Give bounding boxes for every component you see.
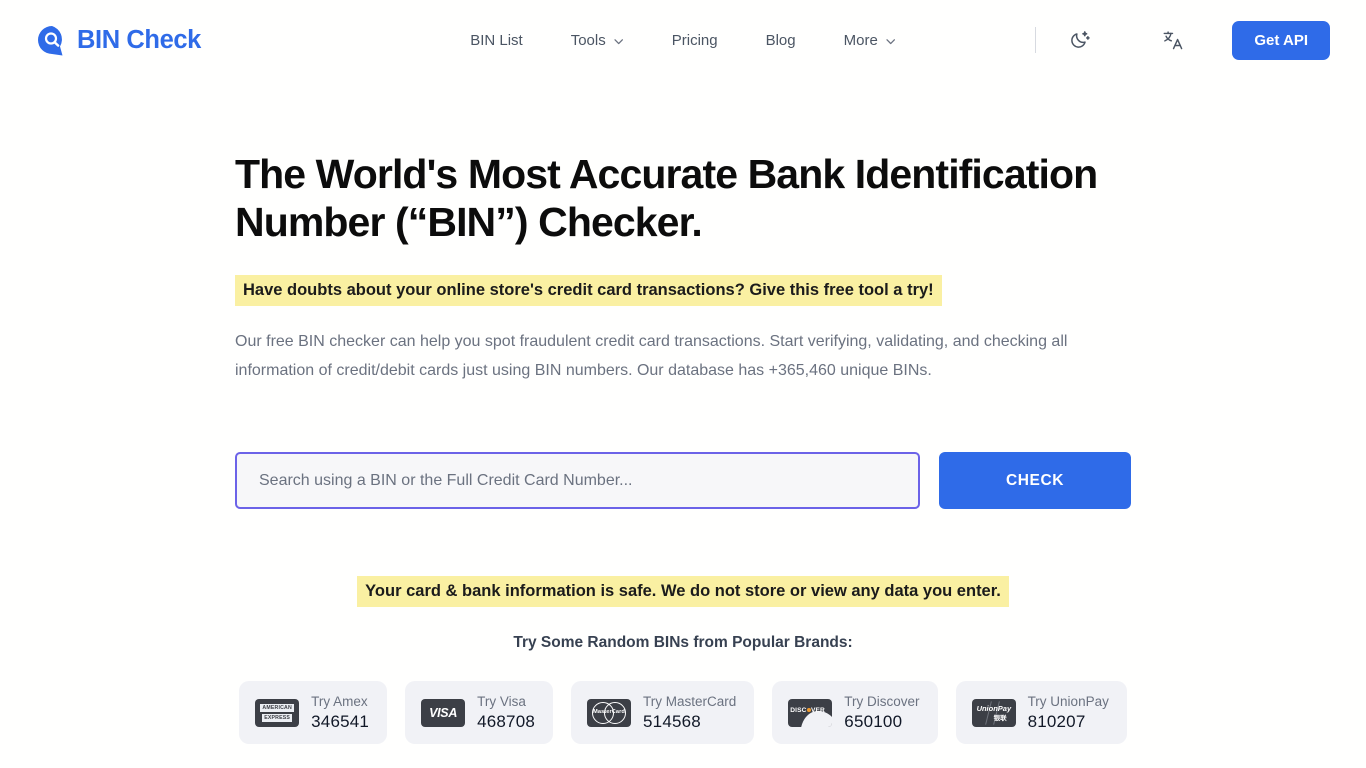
brand-card-label: Try Visa [477, 694, 526, 709]
brand-name: BIN Check [77, 25, 201, 54]
brand-card-discover[interactable]: DISC VER Try Discover 650100 [772, 681, 938, 745]
discover-logo-icon: DISC VER [788, 698, 833, 727]
header-actions: Get API [1035, 20, 1330, 60]
amex-logo-icon: AMERICAN EXPRESS [255, 698, 300, 727]
header-divider [1035, 27, 1037, 53]
search-input[interactable] [235, 452, 920, 509]
nav-item-tools[interactable]: Tools [547, 24, 648, 57]
nav-label: Tools [570, 31, 606, 49]
brand-card-texts: Try MasterCard 514568 [643, 694, 736, 731]
brand-card-label: Try Discover [844, 694, 920, 709]
nav-item-more[interactable]: More [820, 24, 920, 57]
brand-card-bin: 650100 [844, 711, 903, 731]
chevron-down-icon [613, 36, 624, 47]
hero-description: Our free BIN checker can help you spot f… [235, 333, 1068, 379]
chevron-down-icon [885, 36, 896, 47]
brand-card-label: Try MasterCard [643, 694, 737, 709]
brand-card-label: Try Amex [311, 694, 368, 709]
brand-card-bin: 468708 [477, 711, 536, 731]
safety-notice-container: Your card & bank information is safe. We… [0, 576, 1366, 607]
search-bubble-icon [36, 24, 68, 56]
page-root: BIN Check BIN List Tools Pricing Blog Mo… [0, 0, 1366, 768]
brand-logo[interactable]: BIN Check [36, 24, 201, 56]
hero-tagline: Have doubts about your online store's cr… [235, 275, 942, 306]
site-header: BIN Check BIN List Tools Pricing Blog Mo… [0, 0, 1366, 80]
safety-notice: Your card & bank information is safe. We… [357, 576, 1009, 607]
mastercard-logo-icon: MasterCard [587, 698, 632, 727]
brand-card-unionpay[interactable]: UnionPay 银联 Try UnionPay 810207 [955, 681, 1127, 745]
nav-label: Blog [765, 31, 796, 49]
nav-item-bin-list[interactable]: BIN List [446, 24, 547, 57]
check-button[interactable]: CHECK [939, 452, 1131, 509]
page-title: The World's Most Accurate Bank Identific… [235, 151, 1098, 245]
brand-card-texts: Try UnionPay 810207 [1028, 694, 1109, 731]
nav-label: More [843, 31, 878, 49]
nav-label: Pricing [671, 31, 718, 49]
nav-item-blog[interactable]: Blog [742, 24, 820, 57]
brand-card-bin: 810207 [1027, 711, 1086, 731]
brand-card-amex[interactable]: AMERICAN EXPRESS Try Amex 346541 [239, 681, 388, 745]
brand-card-visa[interactable]: VISA Try Visa 468708 [405, 681, 554, 745]
brand-card-texts: Try Amex 346541 [311, 694, 369, 731]
brand-card-mastercard[interactable]: MasterCard Try MasterCard 514568 [571, 681, 755, 745]
translate-icon[interactable] [1152, 20, 1192, 60]
brand-cards-list: AMERICAN EXPRESS Try Amex 346541 VISA Try… [0, 681, 1366, 745]
unionpay-logo-icon: UnionPay 银联 [971, 698, 1016, 727]
brands-title: Try Some Random BINs from Popular Brands… [513, 634, 853, 651]
brand-card-bin: 514568 [643, 711, 701, 731]
brand-card-texts: Try Discover 650100 [844, 694, 919, 731]
nav-item-pricing[interactable]: Pricing [648, 24, 742, 57]
nav-label: BIN List [470, 31, 523, 49]
moon-stars-icon[interactable] [1060, 20, 1100, 60]
hero-section: The World's Most Accurate Bank Identific… [235, 150, 1195, 385]
main-nav: BIN List Tools Pricing Blog More [446, 24, 920, 57]
brand-card-texts: Try Visa 468708 [477, 694, 535, 731]
tagline-container: Have doubts about your online store's cr… [235, 275, 1195, 306]
brand-card-bin: 346541 [311, 711, 370, 731]
visa-logo-icon: VISA [421, 698, 466, 727]
get-api-button[interactable]: Get API [1232, 20, 1330, 60]
brand-card-label: Try UnionPay [1027, 694, 1109, 709]
bin-search-form: CHECK [235, 452, 1131, 509]
